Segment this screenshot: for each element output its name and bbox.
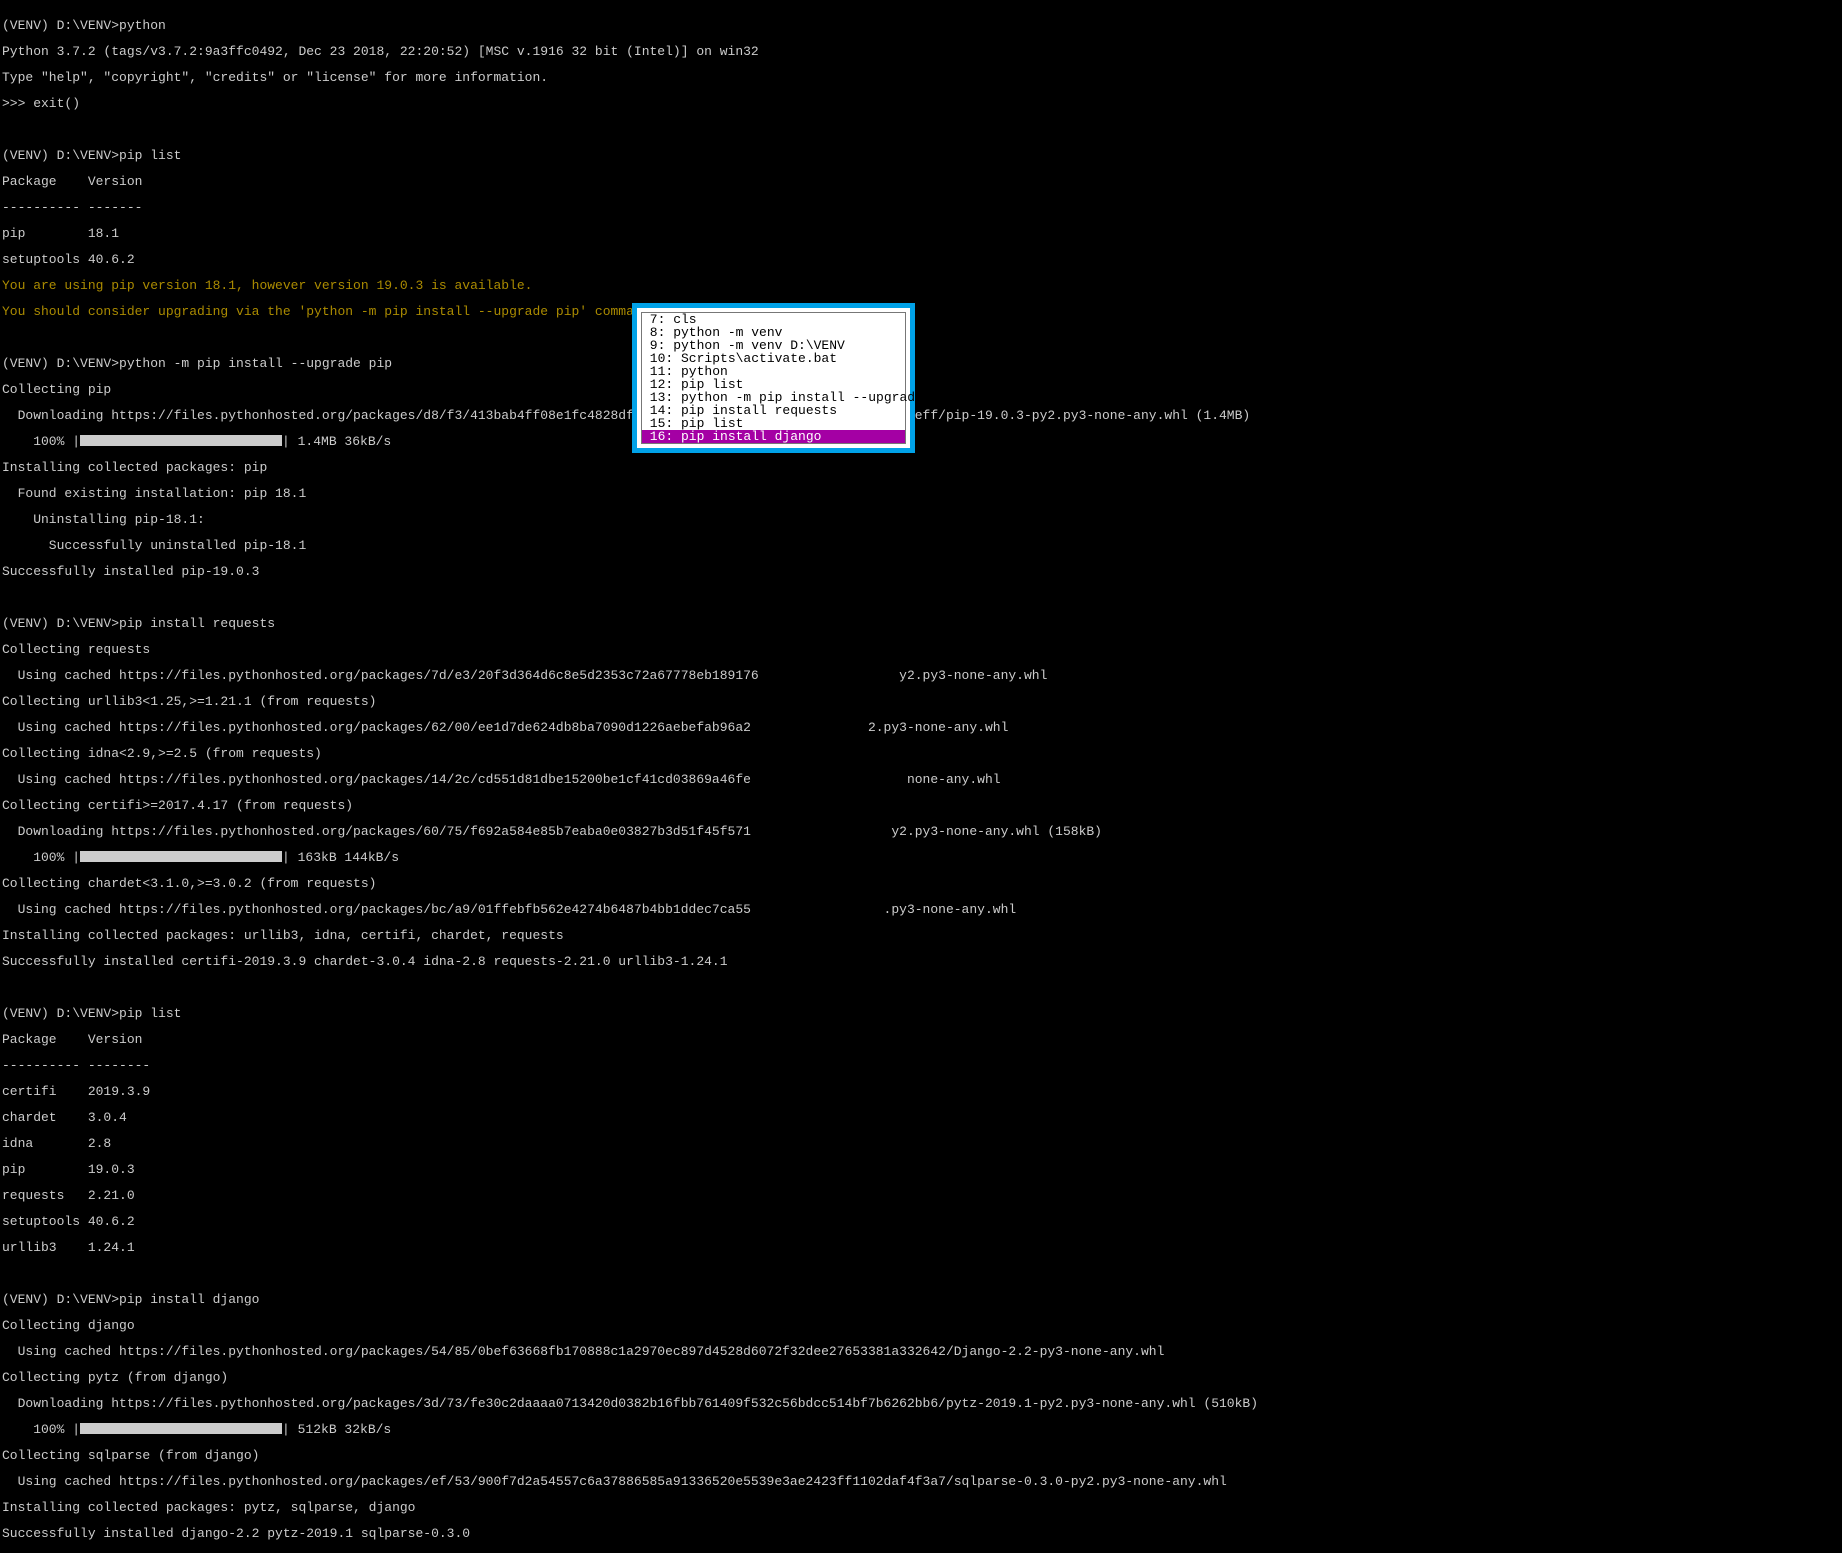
output-line: Downloading https://files.pythonhosted.o… [2, 1397, 1258, 1410]
output-line: Using cached https://files.pythonhosted.… [2, 773, 1258, 786]
blank-line [2, 591, 1258, 604]
output-line: Successfully uninstalled pip-18.1 [2, 539, 1258, 552]
output-line: Using cached https://files.pythonhosted.… [2, 721, 1258, 734]
progress-bar [80, 851, 282, 862]
output-line: (VENV) D:\VENV>pip install requests [2, 617, 1258, 630]
output-line: Successfully installed pip-19.0.3 [2, 565, 1258, 578]
output-line: Installing collected packages: pip [2, 461, 1258, 474]
output-line: idna 2.8 [2, 1137, 1258, 1150]
output-line: pip 19.0.3 [2, 1163, 1258, 1176]
output-line: Package Version [2, 175, 1258, 188]
output-line: (VENV) D:\VENV>python -m pip install --u… [2, 357, 1258, 370]
output-line: chardet 3.0.4 [2, 1111, 1258, 1124]
blank-line [2, 981, 1258, 994]
command-history-popup[interactable]: 7: cls 8: python -m venv 9: python -m ve… [632, 303, 915, 453]
output-line: Found existing installation: pip 18.1 [2, 487, 1258, 500]
output-line: Collecting django [2, 1319, 1258, 1332]
terminal-output[interactable]: (VENV) D:\VENV>python Python 3.7.2 (tags… [2, 6, 1258, 1553]
output-line: ---------- ------- [2, 201, 1258, 214]
progress-bar [80, 435, 282, 446]
output-line: Uninstalling pip-18.1: [2, 513, 1258, 526]
output-line: Collecting sqlparse (from django) [2, 1449, 1258, 1462]
progress-line: 100% || 512kB 32kB/s [2, 1423, 1258, 1436]
output-line: Collecting urllib3<1.25,>=1.21.1 (from r… [2, 695, 1258, 708]
output-line: requests 2.21.0 [2, 1189, 1258, 1202]
output-line: (VENV) D:\VENV>pip list [2, 1007, 1258, 1020]
progress-line: 100% || 1.4MB 36kB/s [2, 435, 1258, 448]
output-line: Collecting chardet<3.1.0,>=3.0.2 (from r… [2, 877, 1258, 890]
pip-warning-line: You should consider upgrading via the 'p… [2, 305, 1258, 318]
blank-line [2, 1267, 1258, 1280]
output-line: Collecting pytz (from django) [2, 1371, 1258, 1384]
output-line: setuptools 40.6.2 [2, 1215, 1258, 1228]
output-line: Collecting idna<2.9,>=2.5 (from requests… [2, 747, 1258, 760]
output-line: Using cached https://files.pythonhosted.… [2, 1475, 1258, 1488]
output-line: urllib3 1.24.1 [2, 1241, 1258, 1254]
output-line: Collecting requests [2, 643, 1258, 656]
command-history-list[interactable]: 7: cls 8: python -m venv 9: python -m ve… [641, 312, 906, 444]
blank-line [2, 331, 1258, 344]
output-line: (VENV) D:\VENV>pip install django [2, 1293, 1258, 1306]
progress-line: 100% || 163kB 144kB/s [2, 851, 1258, 864]
output-line: Successfully installed django-2.2 pytz-2… [2, 1527, 1258, 1540]
output-line: Collecting certifi>=2017.4.17 (from requ… [2, 799, 1258, 812]
output-line: Installing collected packages: pytz, sql… [2, 1501, 1258, 1514]
output-line: Type "help", "copyright", "credits" or "… [2, 71, 1258, 84]
output-line: Downloading https://files.pythonhosted.o… [2, 409, 1258, 422]
progress-bar [80, 1423, 282, 1434]
history-item-selected[interactable]: 16: pip install django [642, 430, 905, 443]
output-line: Using cached https://files.pythonhosted.… [2, 669, 1258, 682]
output-line: Using cached https://files.pythonhosted.… [2, 1345, 1258, 1358]
output-line: certifi 2019.3.9 [2, 1085, 1258, 1098]
output-line: Installing collected packages: urllib3, … [2, 929, 1258, 942]
output-line: Downloading https://files.pythonhosted.o… [2, 825, 1258, 838]
pip-warning-line: You are using pip version 18.1, however … [2, 279, 1258, 292]
output-line: Collecting pip [2, 383, 1258, 396]
output-line: Using cached https://files.pythonhosted.… [2, 903, 1258, 916]
output-line: pip 18.1 [2, 227, 1258, 240]
output-line: Python 3.7.2 (tags/v3.7.2:9a3ffc0492, De… [2, 45, 1258, 58]
output-line: (VENV) D:\VENV>python [2, 19, 1258, 32]
output-line: >>> exit() [2, 97, 1258, 110]
output-line: setuptools 40.6.2 [2, 253, 1258, 266]
output-line: ---------- -------- [2, 1059, 1258, 1072]
output-line: Package Version [2, 1033, 1258, 1046]
blank-line [2, 123, 1258, 136]
output-line: (VENV) D:\VENV>pip list [2, 149, 1258, 162]
